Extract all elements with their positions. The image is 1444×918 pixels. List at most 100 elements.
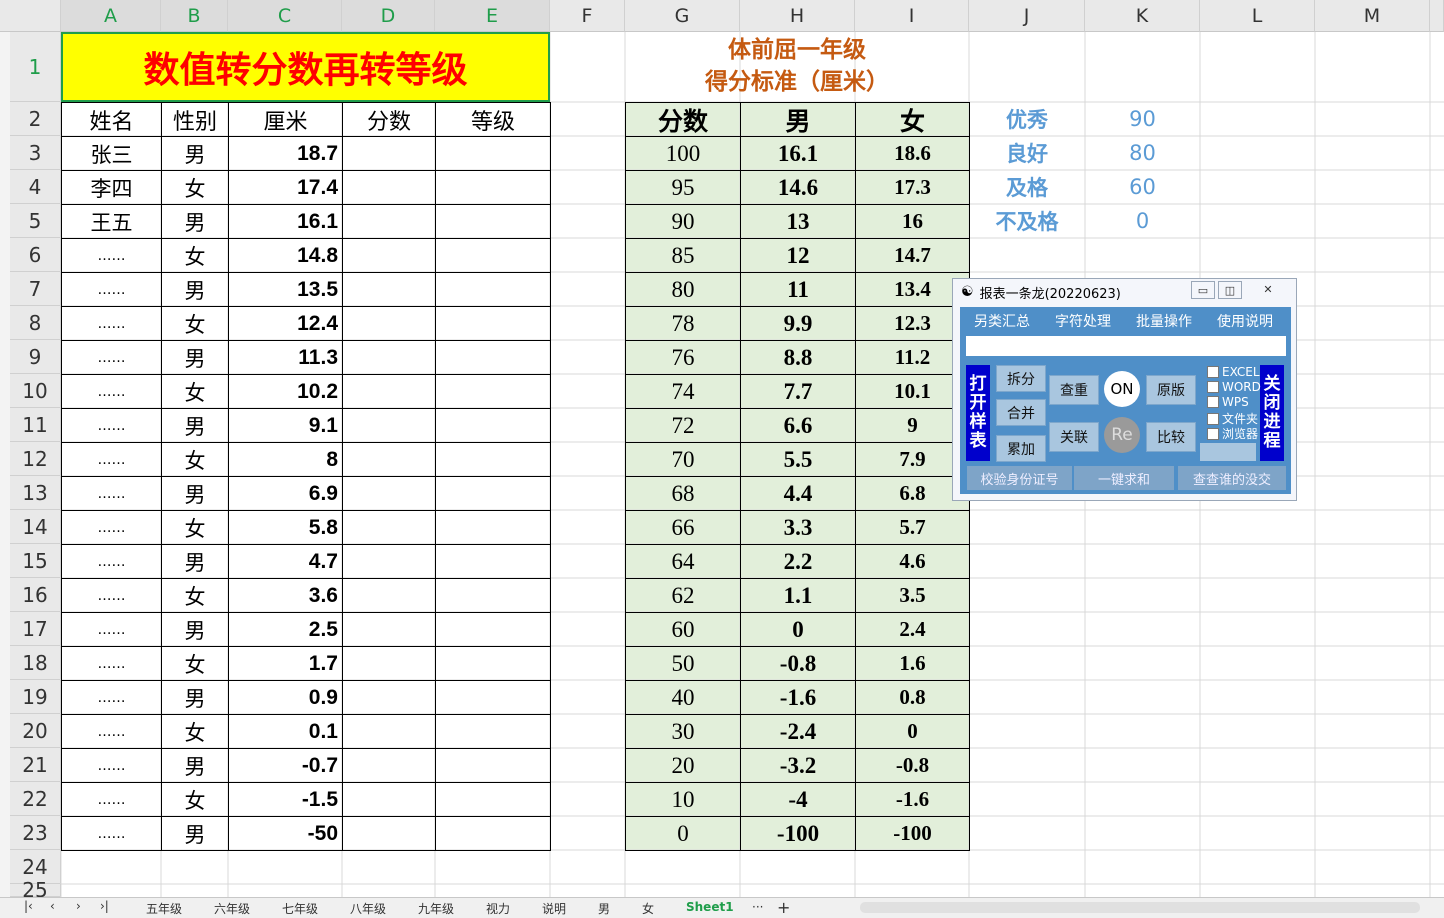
student-grade-cell[interactable] — [435, 442, 551, 477]
student-gender-cell[interactable]: 女 — [161, 442, 229, 477]
close-process-button[interactable]: 关闭进程 — [1260, 365, 1284, 461]
column-header-F[interactable]: F — [550, 0, 625, 32]
row-header-11[interactable]: 11 — [10, 408, 61, 442]
row-header-20[interactable]: 20 — [10, 714, 61, 748]
standard-male-cell[interactable]: -1.6 — [740, 680, 856, 715]
student-name-cell[interactable]: …… — [61, 646, 162, 681]
standard-male-cell[interactable]: 5.5 — [740, 442, 856, 477]
first-sheet-icon[interactable]: |‹ — [24, 899, 33, 913]
standard-male-cell[interactable]: 16.1 — [740, 136, 856, 171]
row-header-3[interactable]: 3 — [10, 136, 61, 170]
level-label-cell[interactable]: 不及格 — [969, 204, 1085, 238]
student-cm-cell[interactable]: 4.7 — [228, 544, 343, 579]
student-cm-cell[interactable]: 0.1 — [228, 714, 343, 749]
student-cm-cell[interactable]: 8 — [228, 442, 343, 477]
standard-score-cell[interactable]: 76 — [625, 340, 741, 375]
student-cm-cell[interactable]: 9.1 — [228, 408, 343, 443]
student-cm-cell[interactable]: 5.8 — [228, 510, 343, 545]
standard-male-cell[interactable]: 7.7 — [740, 374, 856, 409]
on-button[interactable]: ON — [1104, 371, 1140, 407]
student-score-cell[interactable] — [342, 374, 436, 409]
student-name-cell[interactable]: …… — [61, 374, 162, 409]
popup-small-field[interactable] — [1200, 443, 1256, 461]
student-score-cell[interactable] — [342, 136, 436, 171]
standard-score-cell[interactable]: 95 — [625, 170, 741, 205]
standard-female-cell[interactable]: 17.3 — [855, 170, 970, 205]
more-tabs-icon[interactable]: ··· — [752, 900, 763, 914]
level-value-cell[interactable]: 60 — [1085, 170, 1200, 204]
sheet-tab-8[interactable]: 男 — [598, 900, 610, 917]
student-name-cell[interactable]: …… — [61, 442, 162, 477]
student-name-cell[interactable]: …… — [61, 782, 162, 817]
student-score-cell[interactable] — [342, 204, 436, 239]
sheet-tab-9[interactable]: 女 — [642, 900, 654, 917]
check-wps[interactable]: WPS — [1207, 395, 1249, 409]
row-header-14[interactable]: 14 — [10, 510, 61, 544]
one-click-sum-button[interactable]: 一键求和 — [1074, 466, 1174, 490]
standard-male-cell[interactable]: -100 — [740, 816, 856, 851]
standard-male-cell[interactable]: -4 — [740, 782, 856, 817]
student-score-cell[interactable] — [342, 170, 436, 205]
column-header-A[interactable]: A — [61, 0, 161, 32]
student-cm-cell[interactable]: 2.5 — [228, 612, 343, 647]
standard-male-cell[interactable]: 13 — [740, 204, 856, 239]
column-header-M[interactable]: M — [1315, 0, 1430, 32]
level-label-cell[interactable]: 优秀 — [969, 102, 1085, 136]
standard-score-cell[interactable]: 0 — [625, 816, 741, 851]
column-header-I[interactable]: I — [855, 0, 969, 32]
standard-male-cell[interactable]: 12 — [740, 238, 856, 273]
check-browser[interactable]: 浏览器 — [1207, 425, 1258, 442]
sheet-tab-5[interactable]: 九年级 — [418, 900, 454, 917]
student-score-cell[interactable] — [342, 476, 436, 511]
standard-female-cell[interactable]: 0.8 — [855, 680, 970, 715]
standard-header-male[interactable]: 男 — [740, 102, 856, 137]
student-gender-cell[interactable]: 男 — [161, 612, 229, 647]
student-name-cell[interactable]: …… — [61, 578, 162, 613]
popup-titlebar[interactable]: ☯ 报表一条龙(20220623) — [953, 279, 1296, 305]
student-score-cell[interactable] — [342, 306, 436, 341]
student-cm-cell[interactable]: 1.7 — [228, 646, 343, 681]
accumulate-button[interactable]: 累加 — [996, 435, 1046, 462]
level-label-cell[interactable]: 及格 — [969, 170, 1085, 204]
re-button[interactable]: Re — [1104, 417, 1140, 453]
standard-female-cell[interactable]: 2.4 — [855, 612, 970, 647]
merge-button[interactable]: 合并 — [996, 399, 1046, 426]
level-value-cell[interactable]: 90 — [1085, 102, 1200, 136]
split-button[interactable]: 拆分 — [996, 365, 1046, 392]
student-name-cell[interactable]: …… — [61, 476, 162, 511]
standard-score-cell[interactable]: 68 — [625, 476, 741, 511]
standard-female-cell[interactable]: 3.5 — [855, 578, 970, 613]
student-gender-cell[interactable]: 男 — [161, 408, 229, 443]
student-grade-cell[interactable] — [435, 748, 551, 783]
student-score-cell[interactable] — [342, 510, 436, 545]
sheet-tab-1[interactable]: 五年级 — [146, 900, 182, 917]
standard-score-cell[interactable]: 85 — [625, 238, 741, 273]
student-grade-cell[interactable] — [435, 646, 551, 681]
student-grade-cell[interactable] — [435, 170, 551, 205]
row-header-1[interactable]: 1 — [10, 32, 61, 102]
standard-female-cell[interactable]: 0 — [855, 714, 970, 749]
standard-male-cell[interactable]: 9.9 — [740, 306, 856, 341]
student-name-cell[interactable]: …… — [61, 306, 162, 341]
standard-male-cell[interactable]: -2.4 — [740, 714, 856, 749]
student-gender-cell[interactable]: 男 — [161, 816, 229, 851]
student-cm-cell[interactable]: 17.4 — [228, 170, 343, 205]
student-gender-cell[interactable]: 女 — [161, 238, 229, 273]
prev-sheet-icon[interactable]: ‹ — [50, 899, 55, 913]
student-gender-cell[interactable]: 女 — [161, 714, 229, 749]
row-header-18[interactable]: 18 — [10, 646, 61, 680]
student-score-cell[interactable] — [342, 680, 436, 715]
student-header-grade[interactable]: 等级 — [435, 102, 551, 137]
student-score-cell[interactable] — [342, 816, 436, 851]
menu-help[interactable]: 使用说明 — [1217, 311, 1273, 331]
standard-male-cell[interactable]: 2.2 — [740, 544, 856, 579]
sheet-tab-4[interactable]: 八年级 — [350, 900, 386, 917]
student-gender-cell[interactable]: 女 — [161, 306, 229, 341]
student-grade-cell[interactable] — [435, 612, 551, 647]
row-header-2[interactable]: 2 — [10, 102, 61, 136]
standard-male-cell[interactable]: 11 — [740, 272, 856, 307]
standard-male-cell[interactable]: 3.3 — [740, 510, 856, 545]
student-grade-cell[interactable] — [435, 306, 551, 341]
standard-score-cell[interactable]: 30 — [625, 714, 741, 749]
column-header-E[interactable]: E — [435, 0, 550, 32]
